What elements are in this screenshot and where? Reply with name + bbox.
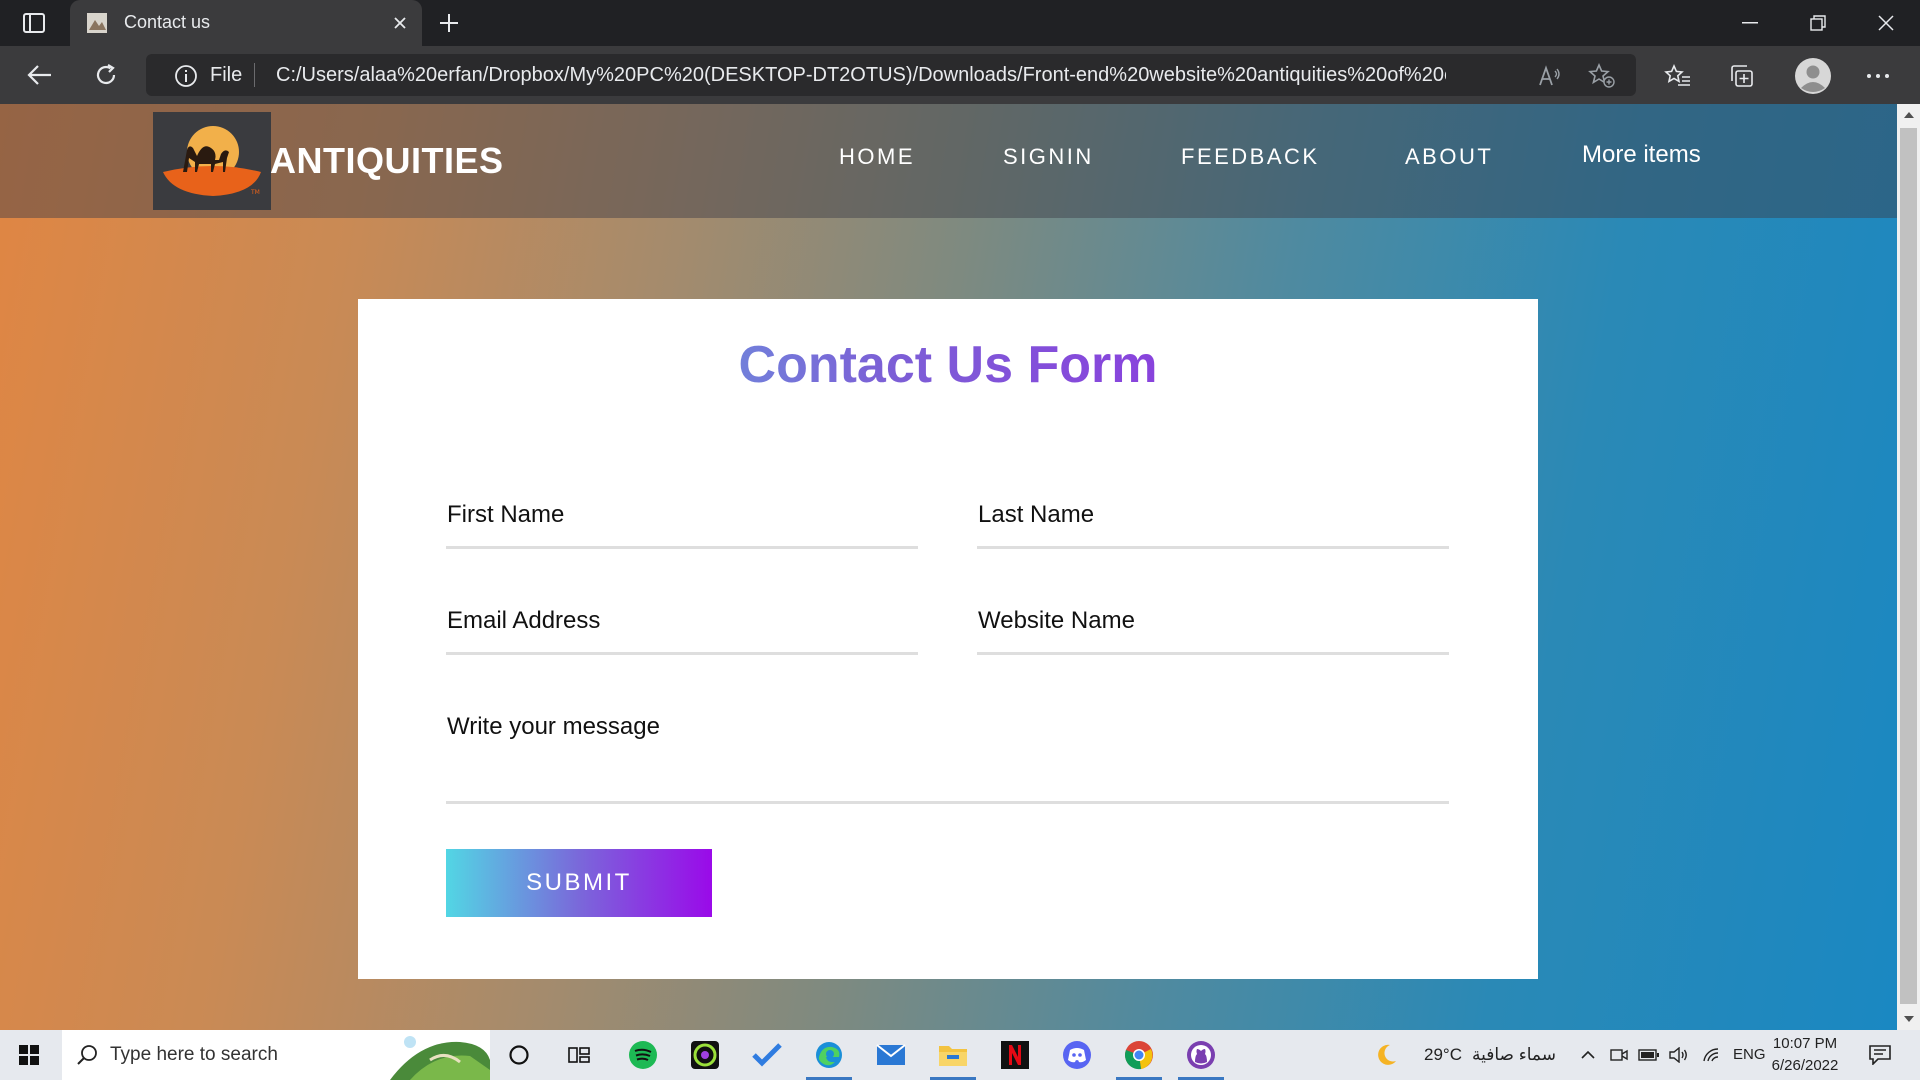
scroll-up-arrow-icon[interactable] xyxy=(1897,104,1920,126)
camel-logo-icon[interactable]: TM xyxy=(153,112,271,210)
first-name-field[interactable]: First Name xyxy=(446,493,918,549)
weather-moon-icon[interactable] xyxy=(1368,1030,1404,1080)
close-window-icon[interactable] xyxy=(1854,0,1918,46)
last-name-field[interactable]: Last Name xyxy=(977,493,1449,549)
cortana-icon[interactable] xyxy=(490,1030,548,1080)
page-scrollbar[interactable] xyxy=(1897,104,1920,1030)
browser-toolbar: File C:/Users/alaa%20erfan/Dropbox/My%20… xyxy=(0,46,1920,104)
message-field[interactable]: Write your message xyxy=(446,705,1449,804)
tab-title: Contact us xyxy=(124,12,211,32)
add-favorite-icon[interactable] xyxy=(1588,63,1616,89)
windows-taskbar: Type here to search 29°C سماء صافية ENG … xyxy=(0,1030,1920,1080)
meet-now-icon[interactable] xyxy=(1604,1030,1634,1080)
nav-home-link[interactable]: HOME xyxy=(839,144,915,170)
address-scheme-label: File xyxy=(210,64,243,86)
minimize-icon[interactable] xyxy=(1718,0,1782,46)
close-tab-icon[interactable] xyxy=(388,11,412,35)
volume-icon[interactable] xyxy=(1664,1030,1694,1080)
favorites-icon[interactable] xyxy=(1660,59,1696,93)
website-label: Website Name xyxy=(978,607,1135,634)
first-name-label: First Name xyxy=(447,501,565,528)
task-view-icon[interactable] xyxy=(550,1030,608,1080)
weather-temperature[interactable]: 29°C xyxy=(1424,1045,1462,1065)
discord-icon[interactable] xyxy=(1048,1030,1106,1080)
edge-browser-icon[interactable] xyxy=(800,1030,858,1080)
address-separator xyxy=(254,63,255,87)
notifications-icon[interactable] xyxy=(1860,1030,1900,1080)
battery-icon[interactable] xyxy=(1634,1030,1664,1080)
clock-time: 10:07 PM xyxy=(1772,1035,1838,1052)
mail-icon[interactable] xyxy=(862,1030,920,1080)
email-field[interactable]: Email Address xyxy=(446,599,918,655)
new-tab-icon[interactable] xyxy=(432,8,466,38)
address-url[interactable]: C:/Users/alaa%20erfan/Dropbox/My%20PC%20… xyxy=(276,64,1446,87)
message-label: Write your message xyxy=(447,713,660,740)
address-bar[interactable]: File C:/Users/alaa%20erfan/Dropbox/My%20… xyxy=(146,54,1636,96)
obs-icon[interactable] xyxy=(676,1030,734,1080)
submit-button[interactable]: SUBMIT xyxy=(446,849,712,917)
refresh-icon[interactable] xyxy=(86,57,126,93)
search-placeholder: Type here to search xyxy=(110,1044,278,1065)
search-highlight-art xyxy=(390,1030,490,1080)
restore-icon[interactable] xyxy=(1786,0,1850,46)
taskbar-search-box[interactable]: Type here to search xyxy=(62,1030,490,1080)
email-label: Email Address xyxy=(447,607,601,634)
nav-feedback-link[interactable]: FEEDBACK xyxy=(1181,144,1320,170)
taskbar-clock[interactable]: 10:07 PM 6/26/2022 xyxy=(1760,1033,1850,1077)
website-field[interactable]: Website Name xyxy=(977,599,1449,655)
more-options-icon[interactable] xyxy=(1860,59,1896,93)
page-viewport: TM ANTIQUITIES HOME SIGNIN FEEDBACK ABOU… xyxy=(0,104,1897,1030)
windows-start-icon[interactable] xyxy=(0,1030,58,1080)
file-explorer-icon[interactable] xyxy=(924,1030,982,1080)
svg-text:TM: TM xyxy=(250,189,260,196)
netflix-icon[interactable] xyxy=(986,1030,1044,1080)
spotify-icon[interactable] xyxy=(614,1030,672,1080)
page-favicon-icon xyxy=(86,12,108,34)
nav-more-items[interactable]: More items xyxy=(1582,141,1701,169)
search-icon xyxy=(76,1044,98,1071)
show-hidden-icons-chevron-icon[interactable] xyxy=(1572,1030,1604,1080)
site-header: TM ANTIQUITIES HOME SIGNIN FEEDBACK ABOU… xyxy=(0,104,1897,218)
read-aloud-icon[interactable] xyxy=(1536,63,1564,89)
scroll-down-arrow-icon[interactable] xyxy=(1897,1008,1920,1030)
todo-icon[interactable] xyxy=(738,1030,796,1080)
weather-description[interactable]: سماء صافية xyxy=(1472,1045,1556,1065)
browser-tab-bar: Contact us xyxy=(0,0,1920,46)
contact-form-card: Contact Us Form First Name Last Name Ema… xyxy=(358,299,1538,979)
nav-signin-link[interactable]: SIGNIN xyxy=(1003,144,1094,170)
wifi-icon[interactable] xyxy=(1696,1030,1726,1080)
github-desktop-icon[interactable] xyxy=(1172,1030,1230,1080)
profile-avatar-icon[interactable] xyxy=(1793,56,1833,96)
collections-icon[interactable] xyxy=(1724,59,1760,93)
tab-actions-icon[interactable] xyxy=(16,8,52,38)
site-info-icon[interactable] xyxy=(174,64,198,88)
browser-tab-active[interactable]: Contact us xyxy=(70,0,422,46)
clock-date: 6/26/2022 xyxy=(1771,1057,1839,1074)
form-title: Contact Us Form xyxy=(358,335,1538,395)
nav-about-link[interactable]: ABOUT xyxy=(1405,144,1493,170)
last-name-label: Last Name xyxy=(978,501,1095,528)
chrome-icon[interactable] xyxy=(1110,1030,1168,1080)
scroll-thumb[interactable] xyxy=(1900,128,1917,1004)
site-logo-text[interactable]: ANTIQUITIES xyxy=(270,140,504,182)
back-arrow-icon[interactable] xyxy=(20,57,60,93)
